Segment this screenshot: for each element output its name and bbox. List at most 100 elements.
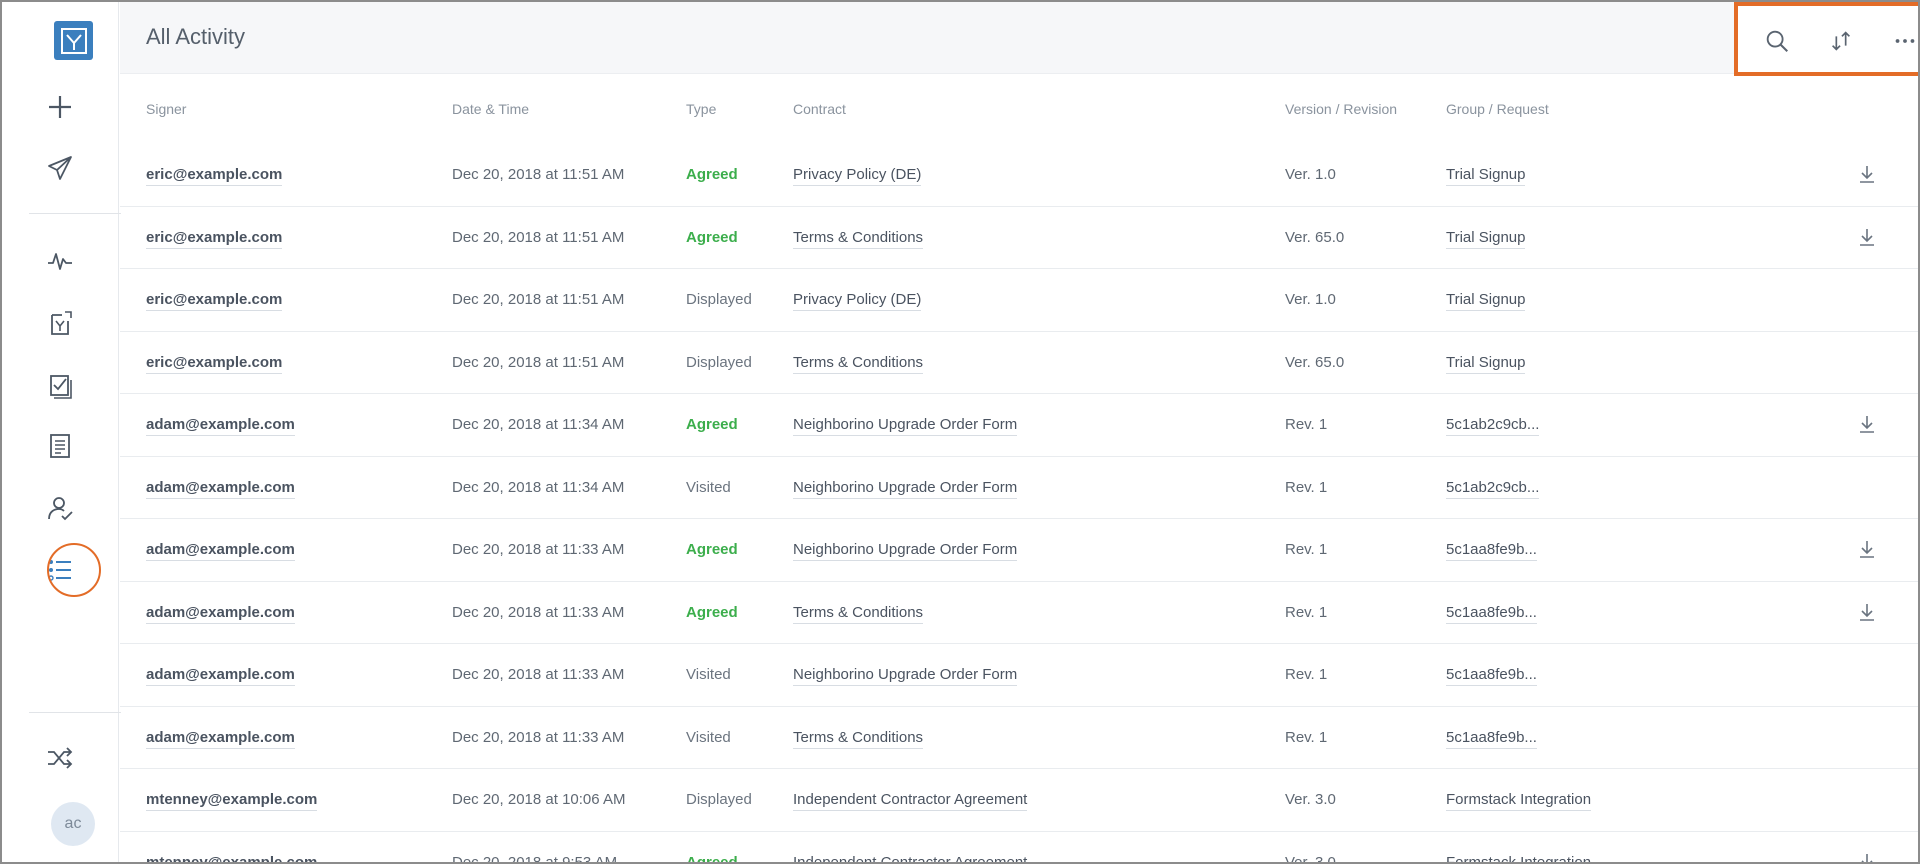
contract-link[interactable]: Terms & Conditions <box>793 353 924 374</box>
group-link[interactable]: Formstack Integration <box>1446 853 1592 862</box>
signer-cell[interactable]: mtenney@example.com <box>146 791 318 811</box>
download-icon[interactable] <box>1856 226 1878 248</box>
group-cell[interactable]: 5c1ab2c9cb... <box>1446 416 1540 436</box>
contract-link[interactable]: Neighborino Upgrade Order Form <box>793 478 1018 499</box>
contract-link[interactable]: Terms & Conditions <box>793 728 924 749</box>
table-row[interactable]: eric@example.com Dec 20, 2018 at 11:51 AM… <box>120 144 1918 207</box>
user-check-icon[interactable] <box>37 485 83 531</box>
group-link[interactable]: 5c1aa8fe9b... <box>1446 728 1537 749</box>
table-row[interactable]: eric@example.com Dec 20, 2018 at 11:51 AM… <box>120 269 1918 332</box>
group-cell[interactable]: Formstack Integration <box>1446 791 1592 811</box>
sort-icon[interactable] <box>1818 18 1864 64</box>
table-row[interactable]: mtenney@example.com Dec 20, 2018 at 10:06… <box>120 769 1918 832</box>
signer-cell[interactable]: eric@example.com <box>146 166 283 186</box>
table-row[interactable]: mtenney@example.com Dec 20, 2018 at 9:53 … <box>120 832 1918 862</box>
signer-cell[interactable]: adam@example.com <box>146 728 295 749</box>
checklist-icon[interactable] <box>37 362 83 408</box>
signer-link[interactable]: adam@example.com <box>146 478 295 499</box>
table-row[interactable]: eric@example.com Dec 20, 2018 at 11:51 AM… <box>120 332 1918 394</box>
download-icon[interactable] <box>1856 851 1878 862</box>
signer-cell[interactable]: eric@example.com <box>146 228 283 249</box>
group-link[interactable]: 5c1ab2c9cb... <box>1446 478 1540 499</box>
contract-link[interactable]: Neighborino Upgrade Order Form <box>793 416 1018 436</box>
signer-link[interactable]: adam@example.com <box>146 666 295 686</box>
signer-link[interactable]: adam@example.com <box>146 603 295 624</box>
signer-link[interactable]: mtenney@example.com <box>146 853 318 862</box>
table-row[interactable]: adam@example.com Dec 20, 2018 at 11:34 AM… <box>120 457 1918 519</box>
signer-link[interactable]: mtenney@example.com <box>146 791 318 811</box>
group-cell[interactable]: 5c1aa8fe9b... <box>1446 541 1537 561</box>
contract-cell[interactable]: Independent Contractor Agreement <box>793 791 1028 811</box>
contract-cell[interactable]: Neighborino Upgrade Order Form <box>793 478 1018 499</box>
group-link[interactable]: Trial Signup <box>1446 291 1526 311</box>
shuffle-icon[interactable] <box>37 735 83 781</box>
more-icon[interactable] <box>1882 18 1918 64</box>
contract-cell[interactable]: Terms & Conditions <box>793 353 924 374</box>
download-icon[interactable] <box>1856 163 1878 185</box>
table-row[interactable]: adam@example.com Dec 20, 2018 at 11:33 AM… <box>120 707 1918 769</box>
group-link[interactable]: 5c1ab2c9cb... <box>1446 416 1540 436</box>
contract-cell[interactable]: Terms & Conditions <box>793 603 924 624</box>
pulse-icon[interactable] <box>37 238 83 284</box>
signer-link[interactable]: adam@example.com <box>146 541 295 561</box>
logo-icon[interactable] <box>54 21 93 60</box>
contract-cell[interactable]: Terms & Conditions <box>793 228 924 249</box>
table-row[interactable]: adam@example.com Dec 20, 2018 at 11:34 AM… <box>120 394 1918 457</box>
group-link[interactable]: Trial Signup <box>1446 166 1526 186</box>
group-link[interactable]: Trial Signup <box>1446 353 1526 374</box>
group-cell[interactable]: Trial Signup <box>1446 353 1526 374</box>
signer-cell[interactable]: mtenney@example.com <box>146 853 318 862</box>
contract-link[interactable]: Neighborino Upgrade Order Form <box>793 541 1018 561</box>
signer-link[interactable]: eric@example.com <box>146 228 283 249</box>
group-cell[interactable]: 5c1aa8fe9b... <box>1446 666 1537 686</box>
contract-cell[interactable]: Privacy Policy (DE) <box>793 291 922 311</box>
signer-cell[interactable]: adam@example.com <box>146 416 295 436</box>
table-row[interactable]: eric@example.com Dec 20, 2018 at 11:51 AM… <box>120 207 1918 269</box>
contract-link[interactable]: Privacy Policy (DE) <box>793 291 922 311</box>
contract-link[interactable]: Independent Contractor Agreement <box>793 791 1028 811</box>
group-link[interactable]: 5c1aa8fe9b... <box>1446 541 1537 561</box>
signer-cell[interactable]: adam@example.com <box>146 603 295 624</box>
signer-cell[interactable]: adam@example.com <box>146 541 295 561</box>
signer-cell[interactable]: eric@example.com <box>146 291 283 311</box>
download-icon[interactable] <box>1856 601 1878 623</box>
group-link[interactable]: 5c1aa8fe9b... <box>1446 666 1537 686</box>
signer-cell[interactable]: adam@example.com <box>146 666 295 686</box>
signer-link[interactable]: eric@example.com <box>146 353 283 374</box>
signer-link[interactable]: adam@example.com <box>146 416 295 436</box>
table-row[interactable]: adam@example.com Dec 20, 2018 at 11:33 AM… <box>120 644 1918 707</box>
contract-cell[interactable]: Privacy Policy (DE) <box>793 166 922 186</box>
group-link[interactable]: 5c1aa8fe9b... <box>1446 603 1537 624</box>
document-lines-icon[interactable] <box>37 423 83 469</box>
contract-link[interactable]: Privacy Policy (DE) <box>793 166 922 186</box>
group-cell[interactable]: Formstack Integration <box>1446 853 1592 862</box>
search-icon[interactable] <box>1754 18 1800 64</box>
table-row[interactable]: adam@example.com Dec 20, 2018 at 11:33 AM… <box>120 582 1918 644</box>
group-cell[interactable]: 5c1aa8fe9b... <box>1446 728 1537 749</box>
plus-icon[interactable] <box>37 84 83 130</box>
group-cell[interactable]: Trial Signup <box>1446 166 1526 186</box>
group-link[interactable]: Trial Signup <box>1446 228 1526 249</box>
contract-link[interactable]: Terms & Conditions <box>793 228 924 249</box>
group-link[interactable]: Formstack Integration <box>1446 791 1592 811</box>
contract-cell[interactable]: Neighborino Upgrade Order Form <box>793 666 1018 686</box>
signer-cell[interactable]: adam@example.com <box>146 478 295 499</box>
avatar[interactable]: ac <box>51 802 95 846</box>
signer-link[interactable]: adam@example.com <box>146 728 295 749</box>
contract-link[interactable]: Independent Contractor Agreement <box>793 853 1028 862</box>
group-cell[interactable]: Trial Signup <box>1446 228 1526 249</box>
signer-link[interactable]: eric@example.com <box>146 291 283 311</box>
contract-cell[interactable]: Independent Contractor Agreement <box>793 853 1028 862</box>
group-cell[interactable]: Trial Signup <box>1446 291 1526 311</box>
table-row[interactable]: adam@example.com Dec 20, 2018 at 11:33 AM… <box>120 519 1918 582</box>
contract-link[interactable]: Terms & Conditions <box>793 603 924 624</box>
paper-plane-icon[interactable] <box>37 145 83 191</box>
contract-link[interactable]: Neighborino Upgrade Order Form <box>793 666 1018 686</box>
document-upload-icon[interactable] <box>37 300 83 346</box>
signer-link[interactable]: eric@example.com <box>146 166 283 186</box>
download-icon[interactable] <box>1856 538 1878 560</box>
group-cell[interactable]: 5c1aa8fe9b... <box>1446 603 1537 624</box>
signer-cell[interactable]: eric@example.com <box>146 353 283 374</box>
contract-cell[interactable]: Neighborino Upgrade Order Form <box>793 416 1018 436</box>
contract-cell[interactable]: Neighborino Upgrade Order Form <box>793 541 1018 561</box>
